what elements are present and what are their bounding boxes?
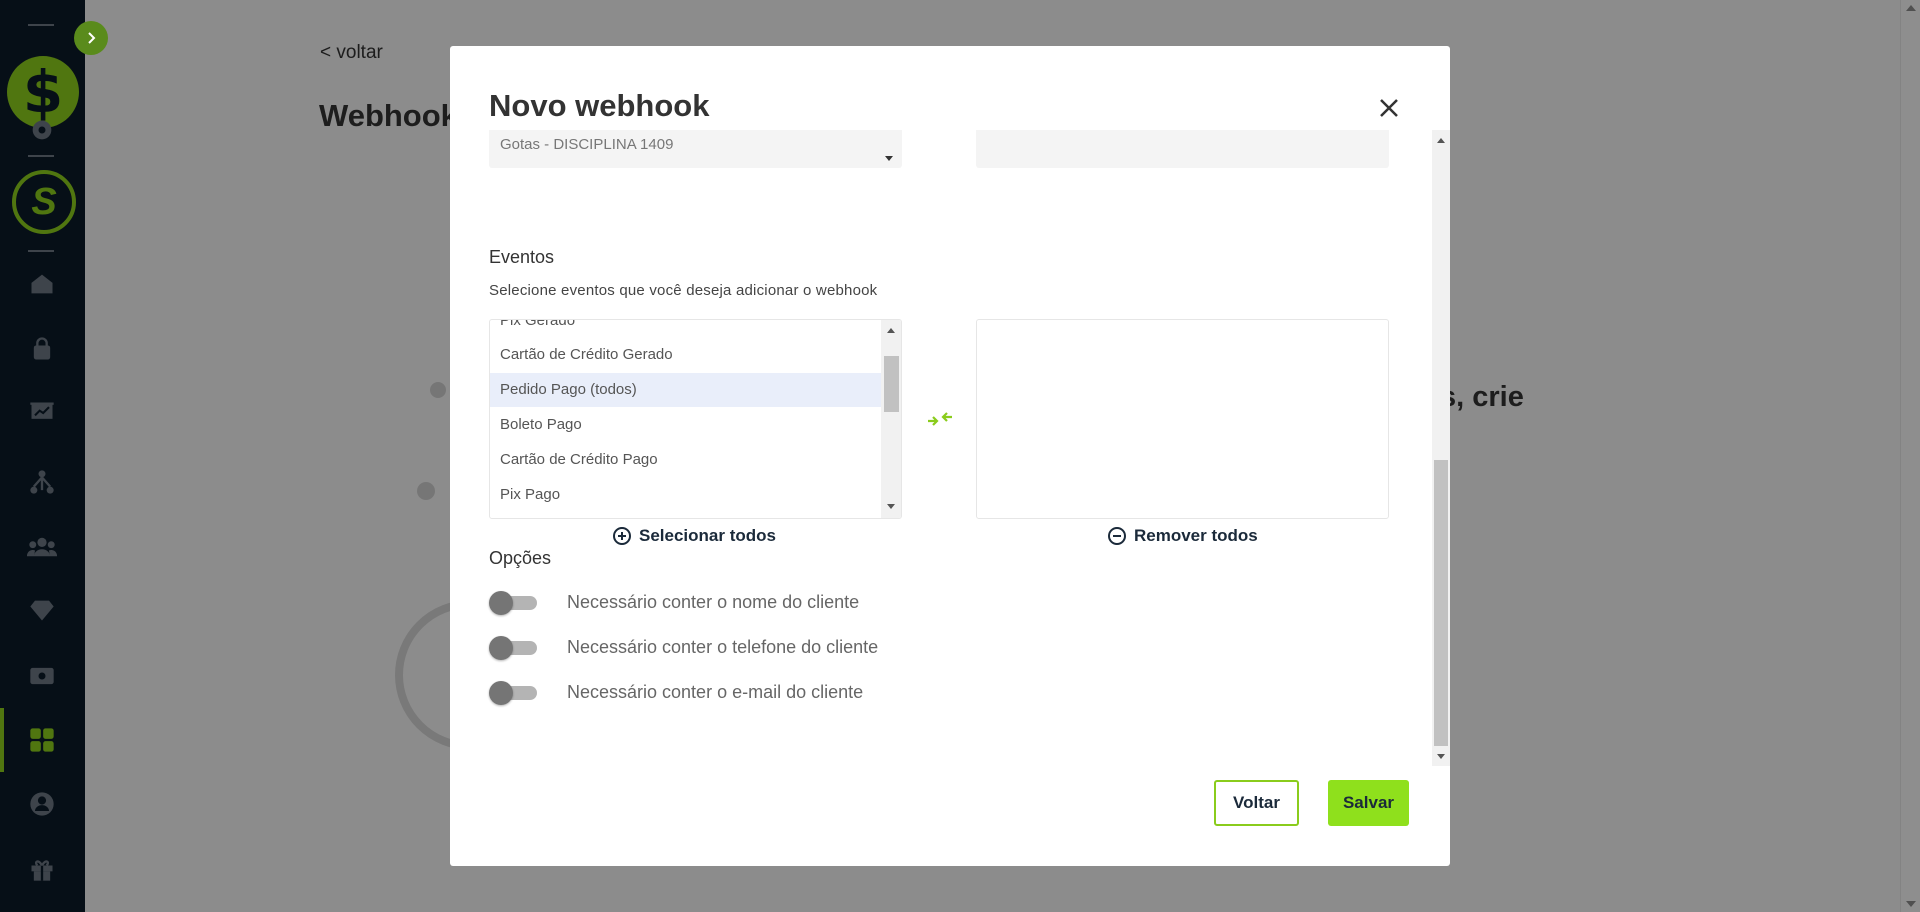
events-title: Eventos	[489, 247, 555, 267]
caret-down-icon	[885, 156, 893, 161]
minus-circle-icon	[1108, 527, 1126, 545]
scrollbar-thumb[interactable]	[1434, 460, 1448, 746]
modal-body: Gotas - DISCIPLINA 1409 Eventos Selecion…	[450, 130, 1432, 766]
scroll-up-icon[interactable]	[887, 328, 895, 333]
remove-all-label: Remover todos	[1134, 526, 1258, 545]
expand-sidebar-button[interactable]	[74, 21, 108, 55]
select-all-button[interactable]: Selecionar todos	[613, 526, 776, 546]
list-item[interactable]: Pix Gerado	[490, 320, 881, 338]
new-webhook-modal: Novo webhook Gotas - DISCIPLINA 1409 Eve…	[450, 46, 1450, 866]
selected-events-list[interactable]	[976, 319, 1389, 519]
scroll-up-icon[interactable]	[1437, 138, 1445, 143]
close-button[interactable]	[1375, 94, 1403, 122]
list-item[interactable]: Boleto Pago	[490, 408, 881, 442]
modal-scrollbar[interactable]	[1432, 130, 1450, 766]
toggle-row-email: Necessário conter o e-mail do cliente	[489, 680, 864, 705]
toggle-switch[interactable]	[489, 680, 537, 705]
product-select[interactable]: Gotas - DISCIPLINA 1409	[489, 130, 902, 168]
events-subtitle: Selecione eventos que você deseja adicio…	[489, 282, 878, 299]
product-select-value: Gotas - DISCIPLINA 1409	[500, 136, 674, 153]
back-button[interactable]: Voltar	[1214, 780, 1299, 826]
options-title: Opções	[489, 548, 552, 568]
plus-circle-icon	[613, 527, 631, 545]
scrollbar-thumb[interactable]	[884, 356, 899, 412]
chevron-right-icon	[88, 32, 96, 44]
toggle-label: Necessário conter o nome do cliente	[567, 591, 860, 612]
scroll-down-icon[interactable]	[1437, 754, 1445, 759]
close-icon	[1380, 99, 1398, 117]
toggle-row-phone: Necessário conter o telefone do cliente	[489, 635, 879, 660]
toggle-switch[interactable]	[489, 635, 537, 660]
toggle-label: Necessário conter o e-mail do cliente	[567, 681, 864, 702]
modal-title: Novo webhook	[489, 88, 710, 123]
available-events-list[interactable]: Pix Gerado Cartão de Crédito Gerado Pedi…	[489, 319, 902, 519]
transfer-arrows-icon[interactable]	[925, 404, 955, 434]
toggle-switch[interactable]	[489, 590, 537, 615]
list-item[interactable]: Pix Pago	[490, 478, 881, 512]
scroll-down-icon[interactable]	[887, 504, 895, 509]
select-all-label: Selecionar todos	[639, 526, 776, 545]
list-item[interactable]: Cartão de Crédito Gerado	[490, 338, 881, 372]
save-button[interactable]: Salvar	[1328, 780, 1409, 826]
webhook-url-field[interactable]	[976, 130, 1389, 168]
toggle-row-name: Necessário conter o nome do cliente	[489, 590, 860, 615]
list-item[interactable]: Pedido Pago (todos)	[490, 373, 881, 407]
toggle-label: Necessário conter o telefone do cliente	[567, 636, 879, 657]
list-scrollbar[interactable]	[881, 320, 901, 518]
list-item[interactable]: Cartão de Crédito Pago	[490, 443, 881, 477]
remove-all-button[interactable]: Remover todos	[1108, 526, 1258, 546]
